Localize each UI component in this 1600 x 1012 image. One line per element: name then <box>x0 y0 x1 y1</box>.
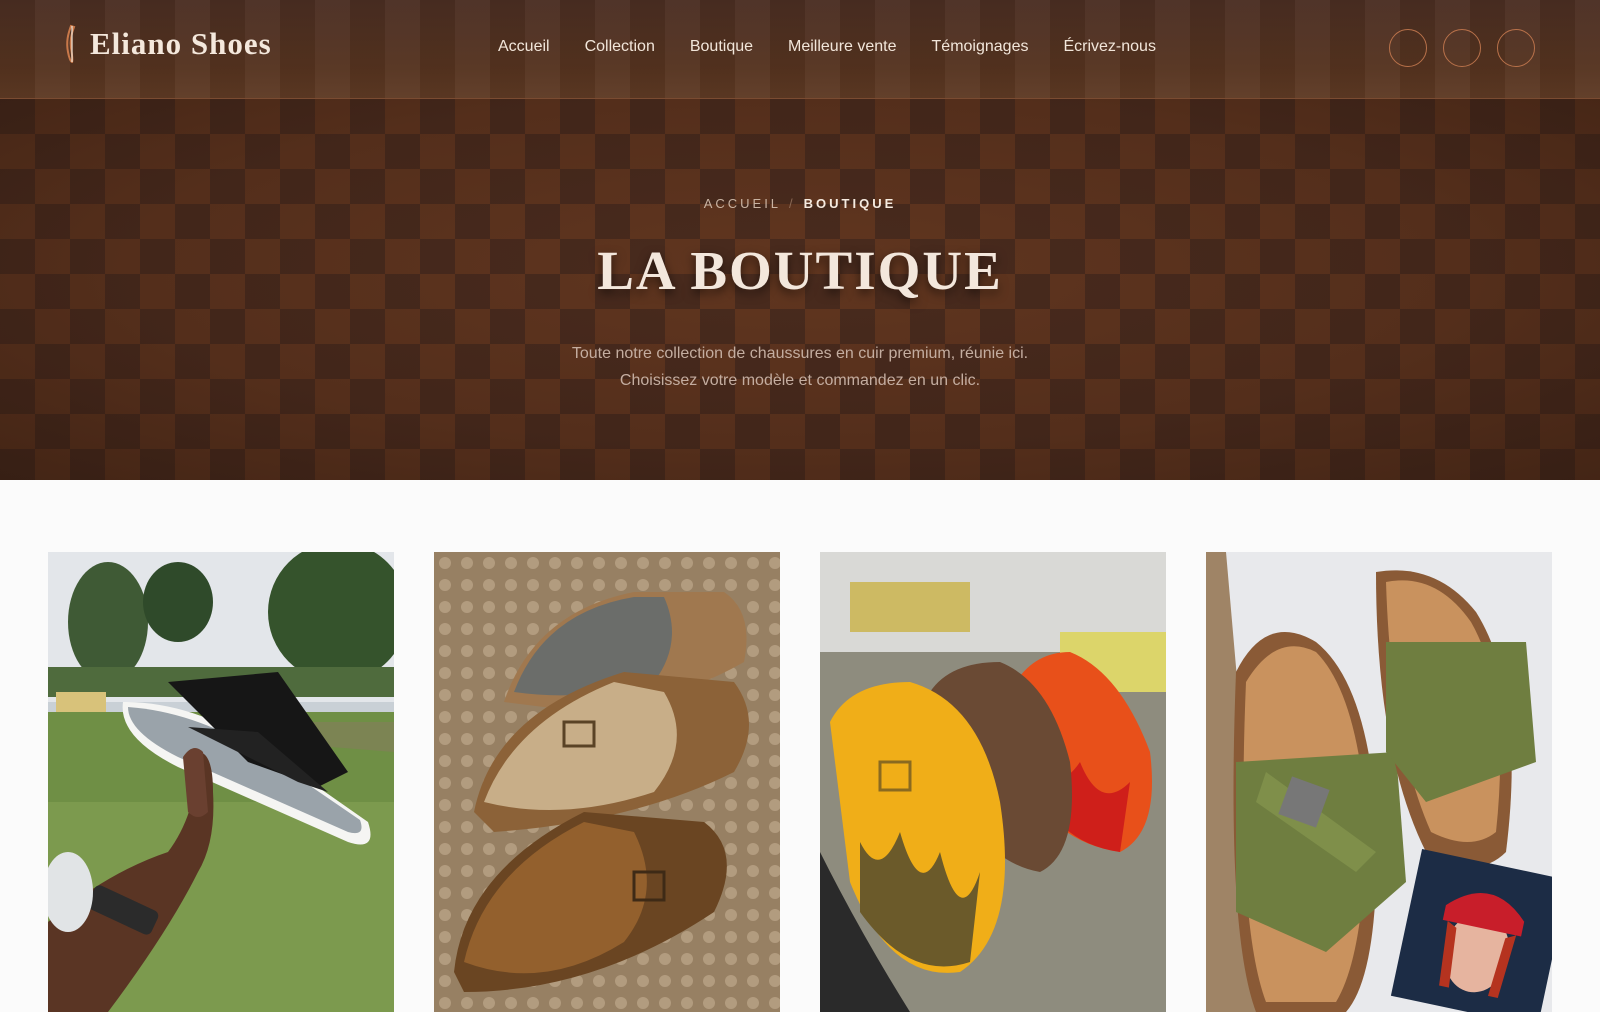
olive-crossover-slides-photo <box>1206 552 1552 1012</box>
nav-meilleure-vente[interactable]: Meilleure vente <box>788 38 897 56</box>
page-title: LA BOUTIQUE <box>597 240 1003 301</box>
subtitle-line-2: Choisissez votre modèle et commandez en … <box>619 372 981 389</box>
nav-collection[interactable]: Collection <box>585 38 655 56</box>
flame-suede-clogs-photo <box>820 552 1166 1012</box>
product-card[interactable] <box>434 552 780 1012</box>
search-button[interactable] <box>1389 29 1427 67</box>
nav-temoignages[interactable]: Témoignages <box>932 38 1029 56</box>
brand-name: Eliano Shoes <box>90 26 272 61</box>
nav-accueil[interactable]: Accueil <box>498 38 550 56</box>
black-crossover-slide-photo <box>48 552 394 1012</box>
nav-ecrivez-nous[interactable]: Écrivez-nous <box>1063 38 1155 56</box>
site-header: Eliano Shoes Accueil Collection Boutique… <box>0 0 1600 99</box>
nav-boutique[interactable]: Boutique <box>690 38 753 56</box>
page-subtitle: Toute notre collection de chaussures en … <box>0 340 1600 394</box>
product-card[interactable] <box>48 552 394 1012</box>
brand-logo[interactable]: Eliano Shoes <box>62 24 272 64</box>
breadcrumb: ACCUEIL / BOUTIQUE <box>0 196 1600 211</box>
suede-clogs-trio-photo <box>434 552 780 1012</box>
account-button[interactable] <box>1443 29 1481 67</box>
subtitle-line-1: Toute notre collection de chaussures en … <box>571 345 1029 362</box>
header-actions <box>1389 29 1535 67</box>
product-grid <box>48 552 1552 1012</box>
cart-button[interactable] <box>1497 29 1535 67</box>
breadcrumb-home[interactable]: ACCUEIL <box>704 196 781 211</box>
product-card[interactable] <box>1206 552 1552 1012</box>
shoe-horn-icon <box>66 24 76 64</box>
main-nav: Accueil Collection Boutique Meilleure ve… <box>498 38 1156 56</box>
product-card[interactable] <box>820 552 1166 1012</box>
breadcrumb-separator: / <box>789 196 796 211</box>
breadcrumb-current: BOUTIQUE <box>803 196 897 211</box>
hero-banner: ACCUEIL / BOUTIQUE LA BOUTIQUE Toute notre… <box>0 99 1600 480</box>
